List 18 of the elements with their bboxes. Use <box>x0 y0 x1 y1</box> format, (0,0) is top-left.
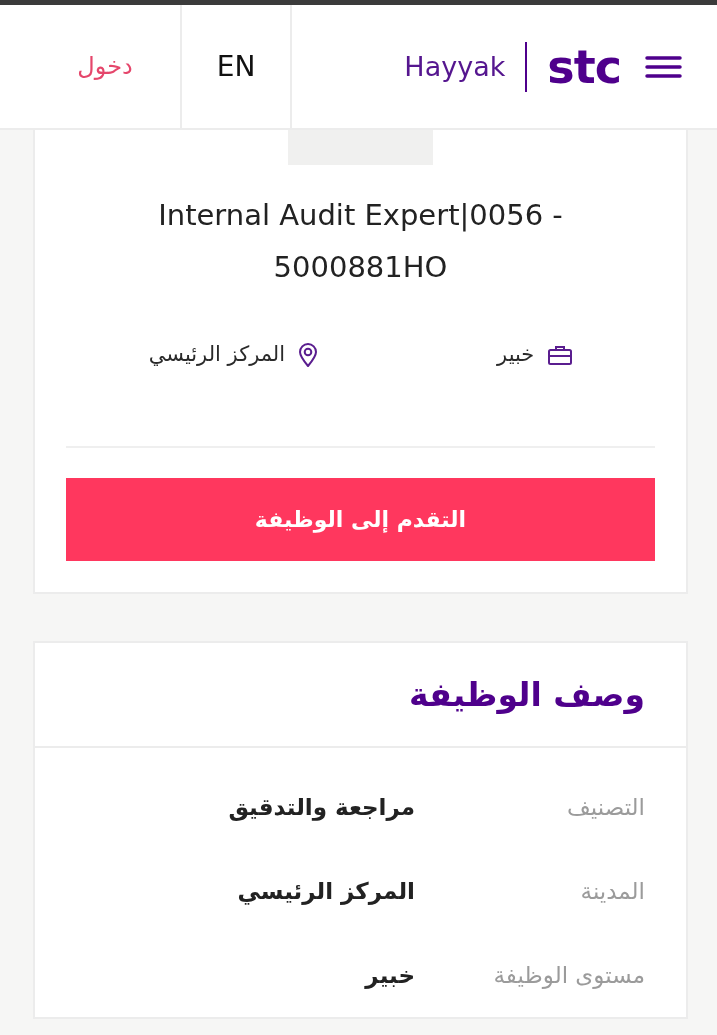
field-label: مستوى الوظيفة <box>492 960 645 991</box>
brand-logo[interactable]: stc <box>547 43 621 90</box>
field-value: خبير <box>365 960 415 991</box>
job-title: Internal Audit Expert|0056 - 5000881HO <box>157 197 564 286</box>
job-grade: خبير <box>497 341 535 369</box>
menu-icon[interactable] <box>645 55 682 78</box>
section-heading: وصف الوظيفة <box>409 673 645 716</box>
apply-button[interactable]: التقدم إلى الوظيفة <box>66 478 655 561</box>
briefcase-icon <box>548 345 573 365</box>
field-value: المركز الرئيسي <box>237 876 415 907</box>
field-value: مراجعة والتدقيق <box>228 792 415 823</box>
field-label: المدينة <box>579 876 645 906</box>
language-button[interactable]: EN <box>216 49 256 84</box>
product-name: Hayyak <box>404 53 506 80</box>
job-location: المركز الرئيسي <box>148 341 286 369</box>
location-pin-icon <box>299 343 318 367</box>
login-button[interactable]: دخول <box>77 52 133 81</box>
field-label: التصنيف <box>566 792 645 822</box>
